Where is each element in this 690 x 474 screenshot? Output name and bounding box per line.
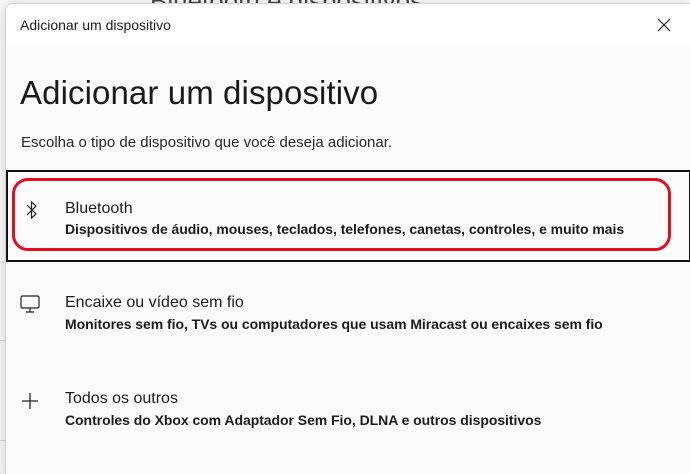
close-icon: [657, 18, 671, 32]
option-description: Dispositivos de áudio, mouses, teclados,…: [65, 221, 625, 237]
close-button[interactable]: [653, 14, 675, 36]
title-bar: Adicionar um dispositivo: [6, 4, 690, 46]
option-title: Bluetooth: [65, 200, 133, 217]
bluetooth-icon: [21, 199, 43, 221]
dialog-content: Adicionar um dispositivo Escolha o tipo …: [6, 46, 690, 474]
option-title: Todos os outros: [65, 390, 178, 407]
window-title: Adicionar um dispositivo: [20, 17, 171, 33]
monitor-icon: [19, 293, 41, 315]
plus-icon: [19, 390, 41, 412]
option-description: Controles do Xbox com Adaptador Sem Fio,…: [65, 412, 542, 428]
option-bluetooth[interactable]: Bluetooth Dispositivos de áudio, mouses,…: [6, 170, 690, 262]
page-subtitle: Escolha o tipo de dispositivo que você d…: [21, 134, 393, 151]
option-wireless-display[interactable]: Encaixe ou vídeo sem fio Monitores sem f…: [6, 274, 690, 366]
option-title: Encaixe ou vídeo sem fio: [65, 294, 244, 311]
option-everything-else[interactable]: Todos os outros Controles do Xbox com Ad…: [6, 371, 690, 463]
page-title: Adicionar um dispositivo: [20, 74, 379, 111]
add-device-dialog: Adicionar um dispositivo Adicionar um di…: [5, 3, 690, 474]
option-description: Monitores sem fio, TVs ou computadores q…: [65, 316, 603, 332]
